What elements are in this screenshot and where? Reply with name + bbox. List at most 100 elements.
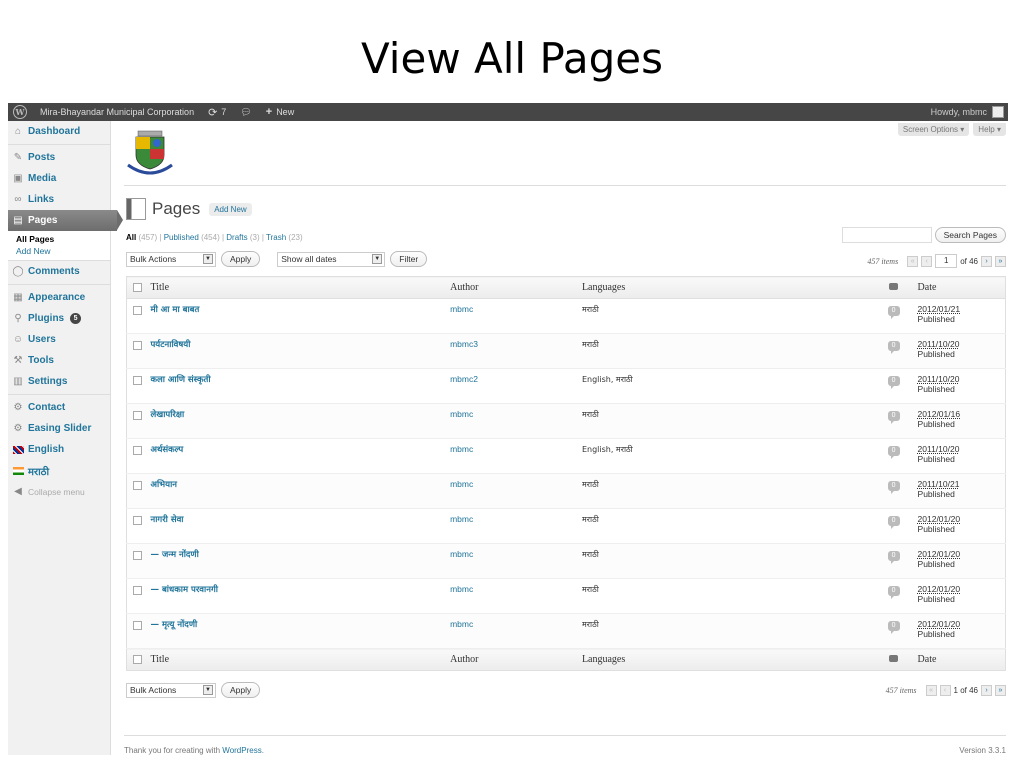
- page-title-link[interactable]: — बांधकाम परवानगी: [150, 585, 217, 595]
- sidebar-item-settings[interactable]: ▥ Settings: [8, 371, 110, 392]
- row-checkbox[interactable]: [133, 306, 142, 315]
- site-name-link[interactable]: Mira-Bhayandar Municipal Corporation: [33, 103, 201, 121]
- comment-count-bubble[interactable]: 0: [887, 516, 900, 529]
- apply-button[interactable]: Apply: [221, 682, 261, 698]
- page-title-link[interactable]: पर्यटनाविषयी: [150, 340, 190, 350]
- wordpress-link[interactable]: WordPress: [222, 746, 261, 755]
- filter-published[interactable]: Published: [164, 233, 199, 242]
- page-title-link[interactable]: अर्थसंकल्प: [150, 445, 183, 455]
- my-account[interactable]: Howdy, mbmc: [931, 106, 1008, 118]
- comments-column-icon[interactable]: [889, 283, 899, 290]
- page-title-link[interactable]: कला आणि संस्कृती: [150, 375, 210, 385]
- comments-button[interactable]: 💬︎: [233, 103, 258, 121]
- sidebar-item-english[interactable]: English: [8, 439, 110, 460]
- row-checkbox[interactable]: [133, 376, 142, 385]
- sidebar-item-easing-slider[interactable]: ⚙ Easing Slider: [8, 418, 110, 439]
- sidebar-item-appearance[interactable]: ▦ Appearance: [8, 287, 110, 308]
- select-all-checkbox[interactable]: [133, 654, 142, 664]
- page-title-link[interactable]: — मृत्यू नोंदणी: [150, 620, 197, 630]
- bulk-actions-select[interactable]: Bulk Actions ▼: [126, 682, 216, 698]
- column-title[interactable]: Title: [148, 276, 449, 299]
- sidebar-item-pages[interactable]: ▤ Pages: [8, 210, 123, 231]
- row-checkbox[interactable]: [133, 586, 142, 595]
- sidebar-item-plugins[interactable]: ⚲ Plugins 5: [8, 308, 110, 329]
- updates-button[interactable]: ⟳ 7: [201, 103, 233, 121]
- author-link[interactable]: mbmc3: [450, 339, 478, 349]
- row-checkbox[interactable]: [133, 341, 142, 350]
- add-new-page-button[interactable]: Add New: [209, 202, 252, 216]
- top-tablenav: Bulk Actions ▼ Apply Show all dates ▼ Filt…: [126, 251, 428, 267]
- sidebar-item-users[interactable]: ☺ Users: [8, 329, 110, 350]
- author-link[interactable]: mbmc: [450, 444, 473, 454]
- page-title-link[interactable]: — जन्म नोंदणी: [150, 550, 198, 560]
- author-link[interactable]: mbmc: [450, 549, 473, 559]
- next-page-button[interactable]: ›: [981, 255, 992, 267]
- sidebar-item-links[interactable]: ∞ Links: [8, 189, 110, 210]
- column-date[interactable]: Date: [915, 276, 1006, 299]
- comments-column-icon[interactable]: [889, 655, 899, 662]
- first-page-button[interactable]: «: [925, 685, 937, 696]
- author-link[interactable]: mbmc: [450, 584, 473, 594]
- help-button[interactable]: Help ▾: [973, 123, 1006, 136]
- filter-trash[interactable]: Trash: [266, 233, 286, 242]
- row-checkbox[interactable]: [133, 516, 142, 525]
- sidebar-item-label: Tools: [28, 355, 54, 366]
- current-page-input[interactable]: 1: [935, 254, 958, 268]
- search-input[interactable]: [841, 227, 932, 243]
- comment-count-bubble[interactable]: 0: [887, 341, 900, 354]
- sidebar-item-media[interactable]: ▣ Media: [8, 168, 110, 189]
- prev-page-button[interactable]: ‹: [921, 255, 933, 267]
- sidebar-item-dashboard[interactable]: ⌂ Dashboard: [8, 121, 110, 142]
- page-title-link[interactable]: लेखापरिक्षा: [150, 410, 184, 420]
- comment-count-bubble[interactable]: 0: [887, 411, 900, 424]
- submenu-add-new[interactable]: Add New: [16, 245, 110, 257]
- row-checkbox[interactable]: [133, 621, 142, 630]
- collapse-menu-button[interactable]: ◀ Collapse menu: [8, 481, 110, 502]
- prev-page-button[interactable]: ‹: [939, 685, 951, 696]
- sidebar-item-label: Dashboard: [28, 126, 81, 137]
- author-link[interactable]: mbmc2: [450, 374, 478, 384]
- author-link[interactable]: mbmc: [450, 409, 473, 419]
- author-link[interactable]: mbmc: [450, 619, 473, 629]
- author-link[interactable]: mbmc: [450, 479, 473, 489]
- row-checkbox[interactable]: [133, 551, 142, 560]
- comment-count-bubble[interactable]: 0: [887, 446, 900, 459]
- comment-count-bubble[interactable]: 0: [887, 376, 900, 389]
- column-title[interactable]: Title: [148, 648, 449, 671]
- next-page-button[interactable]: ›: [981, 685, 992, 696]
- filter-all[interactable]: All: [126, 233, 136, 242]
- sidebar-item-posts[interactable]: ✎ Posts: [8, 147, 110, 168]
- page-title-link[interactable]: मी आ मा बाबत: [150, 305, 199, 315]
- comment-count-bubble[interactable]: 0: [887, 481, 900, 494]
- screen-options-button[interactable]: Screen Options ▾: [897, 123, 970, 136]
- first-page-button[interactable]: «: [907, 255, 919, 267]
- comment-count-bubble[interactable]: 0: [887, 306, 900, 319]
- last-page-button[interactable]: »: [995, 685, 1006, 696]
- submenu-all-pages[interactable]: All Pages: [16, 233, 110, 245]
- sidebar-item-marathi[interactable]: मराठी: [8, 460, 110, 481]
- page-title-link[interactable]: नागरी सेवा: [150, 515, 183, 525]
- bulk-actions-select[interactable]: Bulk Actions ▼: [126, 251, 216, 267]
- last-page-button[interactable]: »: [995, 255, 1006, 267]
- author-link[interactable]: mbmc: [450, 304, 473, 314]
- page-title-link[interactable]: अभियान: [150, 480, 177, 490]
- row-checkbox[interactable]: [133, 481, 142, 490]
- sidebar-item-tools[interactable]: ⚒ Tools: [8, 350, 110, 371]
- row-checkbox[interactable]: [133, 446, 142, 455]
- sidebar-item-contact[interactable]: ⚙ Contact: [8, 397, 110, 418]
- row-checkbox[interactable]: [133, 411, 142, 420]
- wordpress-logo-icon[interactable]: W: [13, 105, 27, 119]
- filter-button[interactable]: Filter: [390, 251, 428, 267]
- apply-button[interactable]: Apply: [221, 251, 261, 267]
- sidebar-item-comments[interactable]: ◯ Comments: [8, 261, 110, 282]
- comment-count-bubble[interactable]: 0: [887, 586, 900, 599]
- column-date[interactable]: Date: [915, 648, 1006, 671]
- select-all-checkbox[interactable]: [133, 282, 142, 292]
- comment-count-bubble[interactable]: 0: [887, 551, 900, 564]
- search-pages-button[interactable]: Search Pages: [934, 227, 1006, 243]
- comment-count-bubble[interactable]: 0: [887, 621, 900, 634]
- date-filter-select[interactable]: Show all dates ▼: [277, 251, 386, 267]
- filter-drafts[interactable]: Drafts: [226, 233, 247, 242]
- new-content-button[interactable]: + New: [259, 103, 301, 121]
- author-link[interactable]: mbmc: [450, 514, 473, 524]
